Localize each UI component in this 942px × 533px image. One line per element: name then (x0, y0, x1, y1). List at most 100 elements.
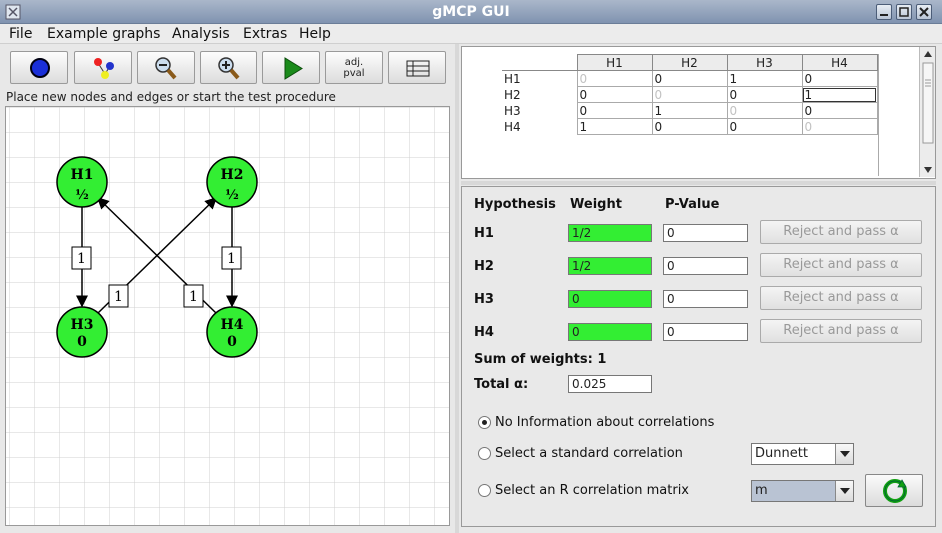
split-pane-divider[interactable] (455, 44, 459, 533)
close-button[interactable] (916, 4, 932, 20)
matrix-cell[interactable]: 0 (651, 118, 728, 135)
total-alpha-field[interactable]: 0.025 (568, 375, 652, 393)
weight-field[interactable]: 1/2 (568, 224, 652, 242)
svg-text:½: ½ (225, 188, 239, 203)
start-test-button[interactable] (262, 51, 320, 84)
matrix-edge-line (878, 54, 879, 176)
scroll-up-icon[interactable] (924, 51, 932, 57)
pvalue-field[interactable]: 0 (663, 290, 748, 308)
matrix-cell[interactable]: 0 (651, 70, 728, 87)
menu-extras[interactable]: Extras (243, 26, 287, 42)
menu-help[interactable]: Help (299, 26, 331, 42)
matrix-cell[interactable]: 0 (801, 118, 878, 135)
matrix-cell[interactable]: 0 (576, 86, 653, 103)
menu-example-graphs[interactable]: Example graphs (47, 26, 160, 42)
matrix-cell[interactable]: 0 (726, 102, 803, 119)
radio-standard-correlation-label: Select a standard correlation (495, 446, 683, 461)
play-icon (284, 57, 303, 80)
matrix-cell[interactable]: 0 (726, 86, 803, 103)
svg-text:H3: H3 (71, 317, 94, 333)
maximize-button[interactable] (896, 4, 912, 20)
hypothesis-label: H3 (474, 292, 494, 307)
matrix-cell-selected[interactable]: 1 (801, 86, 878, 103)
reject-and-pass-button[interactable]: Reject and pass α (760, 220, 922, 244)
edge-label[interactable]: 1 (183, 284, 204, 308)
radio-r-matrix-label: Select an R correlation matrix (495, 483, 690, 498)
matrix-row-header: H1 (502, 70, 577, 87)
chevron-down-icon[interactable] (835, 481, 853, 501)
reject-and-pass-button[interactable]: Reject and pass α (760, 319, 922, 343)
zoom-out-icon (155, 57, 177, 80)
weight-field[interactable]: 1/2 (568, 257, 652, 275)
col-pvalue-header: P-Value (665, 197, 720, 212)
menu-file[interactable]: File (9, 26, 32, 42)
matrix-cell[interactable]: 1 (726, 70, 803, 87)
svg-text:½: ½ (75, 188, 89, 203)
matrix-cell[interactable]: 0 (651, 86, 728, 103)
edge-icon (94, 58, 114, 79)
svg-text:H2: H2 (221, 167, 244, 183)
matrix-scrollbar[interactable] (919, 47, 935, 177)
pvalue-field[interactable]: 0 (663, 323, 748, 341)
minimize-button[interactable] (876, 4, 892, 20)
matrix-col-header: H4 (801, 54, 878, 71)
col-hypothesis-header: Hypothesis (474, 197, 556, 212)
graph-canvas[interactable]: 1 1 1 1 H1 ½ H2 ½ H3 0 H4 0 (5, 106, 450, 526)
node-h3[interactable]: H3 0 (56, 306, 108, 358)
menu-analysis[interactable]: Analysis (172, 26, 230, 42)
adj-pval-button[interactable]: adj. pval (325, 51, 383, 84)
split-pane-divider-horizontal[interactable] (461, 181, 936, 185)
options-button[interactable] (388, 51, 446, 84)
standard-correlation-select[interactable]: Dunnett (751, 443, 854, 465)
weight-field[interactable]: 0 (568, 290, 652, 308)
hypothesis-label: H2 (474, 259, 494, 274)
add-edge-button[interactable] (74, 51, 132, 84)
svg-text:1: 1 (114, 289, 123, 305)
matrix-col-header: H1 (576, 54, 653, 71)
edge-label[interactable]: 1 (108, 284, 129, 308)
svg-text:H4: H4 (221, 317, 244, 333)
reject-and-pass-button[interactable]: Reject and pass α (760, 253, 922, 277)
matrix-cell[interactable]: 1 (576, 118, 653, 135)
table-icon (406, 60, 430, 77)
radio-standard-correlation[interactable] (478, 447, 491, 460)
node-h4[interactable]: H4 0 (206, 306, 258, 358)
add-node-button[interactable] (10, 51, 68, 84)
node-h1[interactable]: H1 ½ (56, 156, 108, 208)
scroll-down-icon[interactable] (924, 167, 932, 173)
matrix-row: H4 1 0 0 0 (502, 118, 878, 135)
matrix-row: H3 0 1 0 0 (502, 102, 878, 119)
edge-label[interactable]: 1 (221, 246, 242, 270)
total-alpha-label: Total α: (474, 377, 529, 392)
weight-field[interactable]: 0 (568, 323, 652, 341)
pvalue-field[interactable]: 0 (663, 257, 748, 275)
matrix-row-header: H4 (502, 118, 577, 135)
matrix-row-header: H2 (502, 86, 577, 103)
matrix-cell[interactable]: 0 (726, 118, 803, 135)
matrix-cell[interactable]: 0 (801, 102, 878, 119)
matrix-row-header: H3 (502, 102, 577, 119)
refresh-button[interactable] (865, 474, 923, 507)
hypothesis-label: H1 (474, 226, 494, 241)
svg-text:1: 1 (227, 251, 236, 267)
r-matrix-select[interactable]: m (751, 480, 854, 502)
matrix-cell[interactable]: 0 (801, 70, 878, 87)
matrix-col-header: H3 (726, 54, 803, 71)
node-h2[interactable]: H2 ½ (206, 156, 258, 208)
radio-no-correlation[interactable] (478, 416, 491, 429)
matrix-row: H1 0 0 1 0 (502, 70, 878, 87)
matrix-cell[interactable]: 1 (651, 102, 728, 119)
adj-pval-label-2: pval (343, 68, 365, 79)
matrix-cell[interactable]: 0 (576, 70, 653, 87)
pvalue-field[interactable]: 0 (663, 224, 748, 242)
edge-label[interactable]: 1 (71, 246, 92, 270)
graph-svg: 1 1 1 1 H1 ½ H2 ½ H3 0 H4 0 (6, 107, 449, 525)
radio-no-correlation-label: No Information about correlations (495, 415, 715, 430)
zoom-in-icon (218, 57, 240, 80)
radio-r-matrix[interactable] (478, 484, 491, 497)
chevron-down-icon[interactable] (835, 444, 853, 464)
reject-and-pass-button[interactable]: Reject and pass α (760, 286, 922, 310)
matrix-cell[interactable]: 0 (576, 102, 653, 119)
zoom-in-button[interactable] (200, 51, 257, 84)
zoom-out-button[interactable] (137, 51, 195, 84)
